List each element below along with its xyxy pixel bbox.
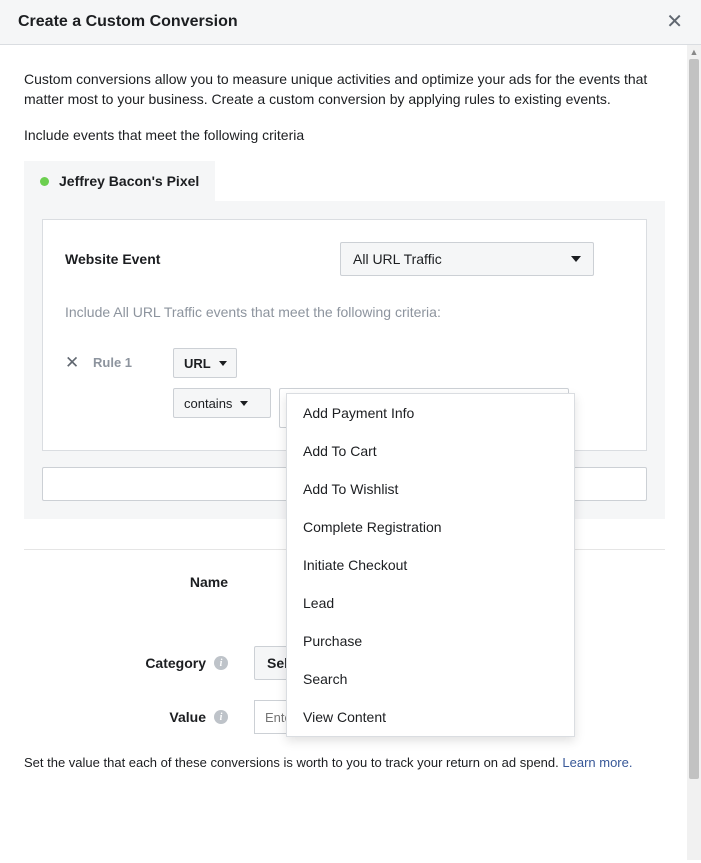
dropdown-item[interactable]: Purchase — [287, 622, 574, 660]
close-icon[interactable]: ✕ — [666, 12, 683, 32]
contains-label: contains — [184, 396, 232, 411]
contains-select[interactable]: contains — [173, 388, 271, 418]
pixel-tab[interactable]: Jeffrey Bacon's Pixel — [24, 161, 215, 201]
pixel-name: Jeffrey Bacon's Pixel — [59, 173, 199, 189]
dropdown-item[interactable]: Add To Wishlist — [287, 470, 574, 508]
modal-title: Create a Custom Conversion — [18, 13, 238, 31]
website-event-select[interactable]: All URL Traffic — [340, 242, 594, 276]
pixel-status-dot-icon — [40, 177, 49, 186]
website-event-label: Website Event — [65, 251, 340, 267]
chevron-down-icon — [219, 361, 227, 366]
value-label: Value — [169, 709, 206, 725]
name-label: Name — [190, 574, 228, 590]
dropdown-item[interactable]: Add Payment Info — [287, 394, 574, 432]
dropdown-item[interactable]: Search — [287, 660, 574, 698]
dropdown-item[interactable]: View Content — [287, 698, 574, 736]
scrollbar-thumb[interactable] — [689, 59, 699, 779]
footer-body: Set the value that each of these convers… — [24, 755, 562, 770]
learn-more-link[interactable]: Learn more. — [562, 755, 632, 770]
chevron-down-icon — [240, 401, 248, 406]
dropdown-item[interactable]: Add To Cart — [287, 432, 574, 470]
scrollbar[interactable]: ▲ — [687, 45, 701, 860]
criteria-header: Include events that meet the following c… — [24, 127, 665, 143]
dropdown-item[interactable]: Complete Registration — [287, 508, 574, 546]
category-label: Category — [145, 655, 206, 671]
scroll-up-icon[interactable]: ▲ — [689, 47, 699, 57]
remove-rule-icon[interactable]: ✕ — [65, 348, 79, 378]
event-dropdown-menu: Add Payment Info Add To Cart Add To Wish… — [286, 393, 575, 737]
rule-label: Rule 1 — [93, 348, 159, 378]
modal-header: Create a Custom Conversion ✕ — [0, 0, 701, 45]
url-select-label: URL — [184, 356, 211, 371]
footer-text: Set the value that each of these convers… — [24, 754, 665, 772]
website-event-value: All URL Traffic — [353, 251, 442, 267]
chevron-down-icon — [571, 256, 581, 262]
info-icon[interactable]: i — [214, 656, 228, 670]
info-icon[interactable]: i — [214, 710, 228, 724]
url-select[interactable]: URL — [173, 348, 237, 378]
dropdown-item[interactable]: Initiate Checkout — [287, 546, 574, 584]
sub-criteria-text: Include All URL Traffic events that meet… — [65, 304, 624, 320]
dropdown-item[interactable]: Lead — [287, 584, 574, 622]
intro-text: Custom conversions allow you to measure … — [24, 69, 665, 109]
